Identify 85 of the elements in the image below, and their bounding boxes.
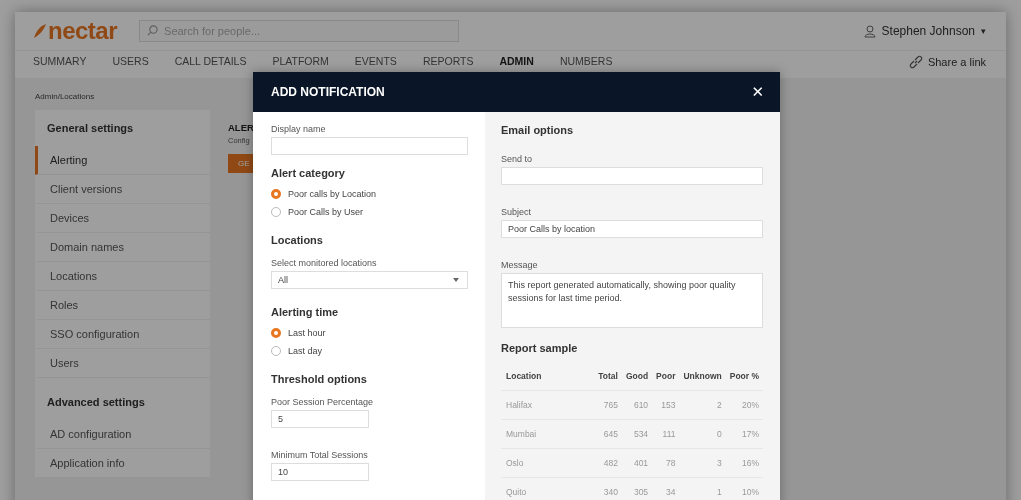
table-cell: 401	[621, 448, 653, 478]
sidebar-item[interactable]: Locations	[35, 262, 210, 291]
nav-tab[interactable]: CALL DETAILS	[161, 55, 260, 67]
table-cell: Halifax	[501, 390, 595, 420]
input-field[interactable]	[271, 137, 468, 155]
section-heading: General settings	[46, 121, 135, 136]
sidebar-item[interactable]: Devices	[35, 204, 210, 233]
field-label: Subject	[501, 207, 533, 217]
nav-tab[interactable]: USERS	[99, 55, 162, 67]
radio-option[interactable]: Poor calls by Location	[271, 189, 468, 199]
page-title: ALER	[228, 122, 254, 133]
field-label: Display name	[271, 124, 327, 134]
table-cell: 340	[594, 477, 622, 500]
input-field[interactable]: 10	[271, 463, 369, 481]
column-header: Poor %	[725, 362, 763, 391]
search-icon	[147, 25, 159, 36]
sidebar-item[interactable]: Client versions	[35, 175, 210, 204]
nav-tab[interactable]: ADMIN	[486, 55, 547, 67]
section-heading: Threshold options	[271, 373, 368, 385]
table-cell: 765	[594, 390, 622, 420]
table-cell: 1	[679, 477, 726, 500]
table-cell: Oslo	[501, 448, 595, 478]
nav-tab[interactable]: EVENTS	[341, 55, 410, 67]
close-button[interactable]: ✕	[751, 83, 764, 101]
share-link[interactable]: Share a link	[908, 55, 986, 69]
radio-option[interactable]: Last day	[271, 346, 468, 356]
table-cell: 34	[652, 477, 680, 500]
radio-option[interactable]: Last hour	[271, 328, 468, 338]
table-cell: 10%	[725, 477, 763, 500]
section-heading: Advanced settings	[46, 395, 146, 410]
field-label: Minimum Total Sessions	[271, 450, 369, 460]
column-header: Unknown	[679, 362, 726, 391]
field-label: Poor Session Percentage	[271, 397, 375, 407]
user-menu[interactable]: Stephen Johnson ▾	[863, 24, 986, 38]
table-cell: Mumbai	[501, 419, 595, 449]
section-heading: Report sample	[501, 342, 579, 354]
caret-icon	[453, 278, 459, 282]
logo[interactable]: nectar	[33, 17, 118, 45]
table-cell: 534	[621, 419, 653, 449]
link-icon	[908, 55, 923, 69]
sidebar-item[interactable]: Users	[35, 349, 210, 378]
sidebar-item[interactable]: SSO configuration	[35, 320, 210, 349]
sidebar-item[interactable]: Roles	[35, 291, 210, 320]
breadcrumb: Admin/Locations	[35, 92, 95, 101]
input-field[interactable]	[501, 167, 763, 185]
table-cell: 0	[679, 419, 726, 449]
sidebar-item[interactable]: Alerting	[35, 146, 210, 175]
nav-tab[interactable]: SUMMARY	[20, 55, 100, 67]
table-cell: 20%	[725, 390, 763, 420]
message-field[interactable]: This report generated automatically, showing poor quality sessions for last time period.	[501, 273, 763, 328]
field-label: Message	[501, 260, 539, 270]
table-cell: 16%	[725, 448, 763, 478]
column-header: Location	[501, 362, 595, 391]
sidebar-item[interactable]: Domain names	[35, 233, 210, 262]
dialog-title: ADD NOTIFICATION	[271, 85, 385, 99]
table-cell: 78	[652, 448, 680, 478]
field-label: Select monitored locations	[271, 258, 378, 268]
section-heading: Alerting time	[271, 306, 340, 318]
user-icon	[863, 24, 876, 38]
column-header: Total	[594, 362, 622, 391]
table-cell: 3	[679, 448, 726, 478]
nav-tab[interactable]: REPORTS	[409, 55, 487, 67]
sidebar-item[interactable]: Application info	[35, 449, 210, 478]
column-header: Good	[621, 362, 653, 391]
dropdown[interactable]: All	[271, 271, 468, 289]
field-label: Send to	[501, 154, 534, 164]
table-cell: 2	[679, 390, 726, 420]
table-cell: 111	[652, 419, 680, 449]
section-heading: Locations	[271, 234, 324, 246]
table-cell: 153	[652, 390, 680, 420]
nav-tab[interactable]: PLATFORM	[259, 55, 342, 67]
input-field[interactable]: Poor Calls by location	[501, 220, 763, 238]
nav-tab[interactable]: NUMBERS	[546, 55, 626, 67]
sidebar-item[interactable]: AD configuration	[35, 420, 210, 449]
section-heading: Email options	[501, 124, 575, 136]
table-cell: 305	[621, 477, 653, 500]
input-field[interactable]: 5	[271, 410, 369, 428]
table-cell: Quito	[501, 477, 595, 500]
table-cell: 610	[621, 390, 653, 420]
column-header: Poor	[652, 362, 680, 391]
table-cell: 645	[594, 419, 622, 449]
section-heading: Alert category	[271, 167, 346, 179]
radio-option[interactable]: Poor Calls by User	[271, 207, 468, 217]
table-cell: 17%	[725, 419, 763, 449]
table-cell: 482	[594, 448, 622, 478]
